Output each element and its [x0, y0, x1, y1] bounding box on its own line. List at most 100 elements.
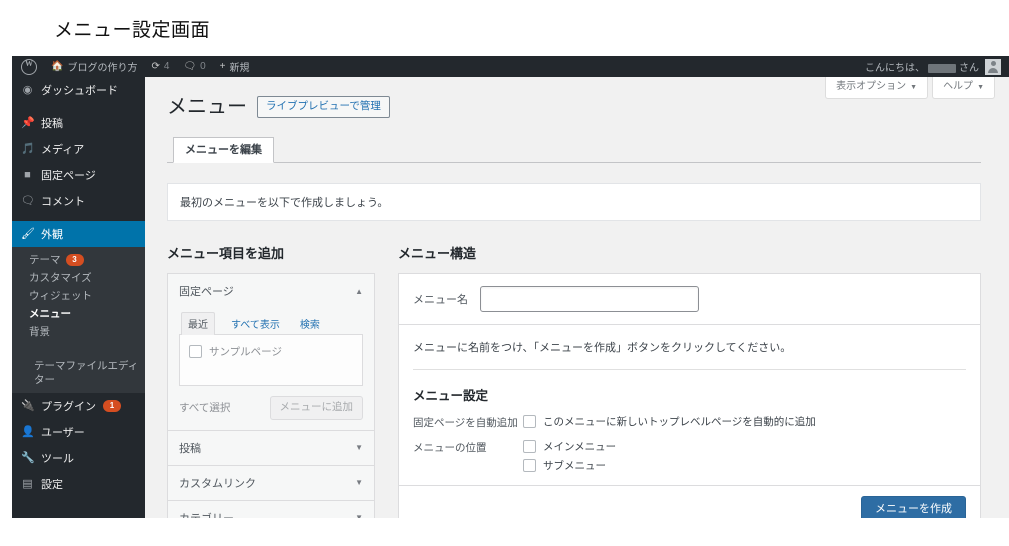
accordion-header-categories[interactable]: カテゴリー ▼: [168, 501, 374, 518]
sidebar-item-tools[interactable]: 🔧 ツール: [12, 445, 145, 471]
accordion-header-pages[interactable]: 固定ページ ▲: [168, 274, 374, 308]
page-checkbox-row[interactable]: サンプルページ: [189, 344, 353, 359]
admin-bar-site-name[interactable]: 🏠 ブログの作り方: [44, 56, 144, 77]
sidebar-item-label: ユーザー: [41, 427, 85, 439]
accordion-body-pages: 最近 すべて表示 検索 サンプルページ すべて選択 メニューに追加: [168, 308, 374, 430]
sidebar-item-plugins[interactable]: 🔌 プラグイン 1: [12, 393, 145, 419]
admin-bar: 🏠 ブログの作り方 ⟳ 4 🗨 0 + 新規 こんにちは、さん: [12, 56, 1009, 77]
menu-structure-panel: メニュー名 メニューに名前をつけ、「メニューを作成」ボタンをクリックしてください…: [398, 273, 981, 518]
chevron-down-icon: ▼: [355, 478, 363, 488]
submenu-item-background[interactable]: 背景: [12, 323, 145, 341]
menu-location-sub[interactable]: サブメニュー: [523, 458, 616, 473]
help-button[interactable]: ヘルプ ▼: [932, 77, 995, 99]
greeting-text: こんにちは、 さん: [865, 63, 979, 74]
sidebar-item-users[interactable]: 👤 ユーザー: [12, 419, 145, 445]
sidebar-item-label: プラグイン: [41, 401, 96, 413]
admin-bar-comments[interactable]: 🗨 0: [176, 56, 212, 77]
sidebar-item-label: ツール: [41, 453, 74, 465]
checkbox-auto-add-pages[interactable]: [523, 415, 536, 428]
checkbox-sample-page[interactable]: [189, 345, 202, 358]
submenu-item-label: メニュー: [29, 308, 71, 320]
sidebar-item-posts[interactable]: 📌 投稿: [12, 110, 145, 136]
page-title: メニュー: [167, 96, 247, 118]
submenu-item-menus[interactable]: メニュー: [12, 305, 145, 323]
sidebar-item-label: 投稿: [41, 118, 63, 130]
admin-bar-account-area[interactable]: こんにちは、 さん: [865, 56, 1009, 77]
add-menu-items-heading: メニュー項目を追加: [167, 246, 285, 261]
sidebar-item-pages[interactable]: ■ 固定ページ: [12, 162, 145, 188]
plugins-update-badge: 1: [103, 400, 121, 412]
submenu-item-widgets[interactable]: ウィジェット: [12, 287, 145, 305]
comment-icon: 🗨: [183, 60, 197, 72]
auto-add-pages-options: このメニューに新しいトップレベルページを自動的に追加: [523, 414, 816, 429]
help-label: ヘルプ: [943, 81, 974, 92]
auto-add-pages-option-label: このメニューに新しいトップレベルページを自動的に追加: [543, 416, 816, 428]
add-to-menu-button[interactable]: メニューに追加: [269, 396, 363, 420]
submenu-item-customize[interactable]: カスタマイズ: [12, 269, 145, 287]
media-icon: 🎵: [21, 142, 35, 155]
add-menu-items-column: メニュー項目を追加 固定ページ ▲ 最近 すべて表示 検索 サンプルページ すべ…: [167, 243, 375, 518]
tab-edit-menus[interactable]: メニューを編集: [173, 137, 274, 163]
sidebar-item-media[interactable]: 🎵 メディア: [12, 136, 145, 162]
redacted-username: [928, 63, 956, 73]
chevron-up-icon: ▲: [355, 286, 363, 296]
sidebar-separator: [12, 214, 145, 221]
submenu-item-theme-file-editor[interactable]: テーマファイルエディター: [12, 341, 145, 387]
sidebar-item-label: 設定: [41, 479, 63, 491]
sidebar-item-comments[interactable]: 🗨 コメント: [12, 188, 145, 214]
wordpress-admin-screenshot: 🏠 ブログの作り方 ⟳ 4 🗨 0 + 新規 こんにちは、さん: [12, 56, 1009, 518]
accordion-header-custom-links[interactable]: カスタムリンク ▼: [168, 466, 374, 500]
sidebar-separator: [12, 103, 145, 110]
manage-with-live-preview-button[interactable]: ライブプレビューで管理: [257, 96, 390, 118]
pages-tab-search[interactable]: 検索: [296, 313, 324, 334]
sidebar-item-label: 固定ページ: [41, 170, 96, 182]
chevron-down-icon: ▼: [977, 84, 984, 91]
submenu-item-label: テーマファイルエディター: [34, 360, 139, 386]
accordion-title: カテゴリー: [179, 510, 234, 518]
sidebar-item-label: ダッシュボード: [41, 85, 118, 97]
admin-sidebar-menu: ◉ ダッシュボード 📌 投稿 🎵 メディア ■ 固定ページ 🗨 コメント 🖌 外…: [12, 77, 153, 518]
accordion-header-posts[interactable]: 投稿 ▼: [168, 431, 374, 465]
checkbox-main-menu[interactable]: [523, 440, 536, 453]
sidebar-item-dashboard[interactable]: ◉ ダッシュボード: [12, 77, 145, 103]
menu-structure-heading: メニュー構造: [398, 246, 477, 261]
accordion-section-posts: 投稿 ▼: [168, 429, 374, 465]
auto-add-pages-label: 固定ページを自動追加: [413, 417, 518, 429]
admin-bar-wp-logo[interactable]: [12, 56, 44, 77]
menu-location-label: サブメニュー: [543, 460, 606, 472]
screen-options-label: 表示オプション: [836, 81, 907, 92]
select-all-link[interactable]: すべて選択: [179, 400, 230, 415]
tools-wrench-icon: 🔧: [21, 451, 35, 464]
submenu-item-themes[interactable]: テーマ 3: [12, 251, 145, 269]
comments-count: 0: [200, 61, 206, 72]
screen-options-button[interactable]: 表示オプション ▼: [825, 77, 929, 99]
admin-content-area: 表示オプション ▼ ヘルプ ▼ メニュー ライブプレビューで管理 メニューを編集 最…: [145, 77, 1009, 518]
submenu-item-label: カスタマイズ: [29, 272, 92, 284]
first-menu-notice: 最初のメニューを以下で作成しましょう。: [167, 183, 981, 221]
menu-locations-label: メニューの位置: [413, 442, 487, 454]
admin-bar-new-content[interactable]: + 新規: [213, 56, 257, 77]
add-items-accordion: 固定ページ ▲ 最近 すべて表示 検索 サンプルページ すべて選択 メニューに追…: [167, 273, 375, 518]
checkbox-sub-menu[interactable]: [523, 459, 536, 472]
comment-icon: 🗨: [21, 194, 35, 207]
updates-count: 4: [163, 61, 170, 72]
menu-location-main[interactable]: メインメニュー: [523, 439, 616, 454]
menu-name-input[interactable]: [480, 286, 699, 312]
chevron-down-icon: ▼: [910, 84, 918, 91]
admin-bar-updates[interactable]: ⟳ 4: [144, 56, 176, 77]
create-menu-button[interactable]: メニューを作成: [861, 496, 966, 518]
pages-tab-view-all[interactable]: すべて表示: [227, 313, 284, 334]
menu-structure-footer: メニューを作成: [399, 485, 980, 518]
figure-caption: メニュー設定画面: [54, 20, 211, 41]
user-icon: 👤: [21, 425, 35, 438]
sidebar-item-appearance[interactable]: 🖌 外観: [12, 221, 153, 247]
accordion-section-custom-links: カスタムリンク ▼: [168, 464, 374, 500]
auto-add-pages-option[interactable]: このメニューに新しいトップレベルページを自動的に追加: [523, 414, 816, 429]
sidebar-item-settings[interactable]: ▤ 設定: [12, 471, 145, 497]
admin-wrap: メニュー ライブプレビューで管理 メニューを編集 最初のメニューを以下で作成しま…: [145, 77, 1009, 518]
site-name-label: ブログの作り方: [67, 63, 138, 74]
settings-icon: ▤: [22, 477, 33, 490]
submenu-item-label: テーマ: [29, 254, 61, 266]
accordion-title: カスタムリンク: [179, 477, 256, 490]
pages-tab-recent[interactable]: 最近: [181, 312, 215, 335]
